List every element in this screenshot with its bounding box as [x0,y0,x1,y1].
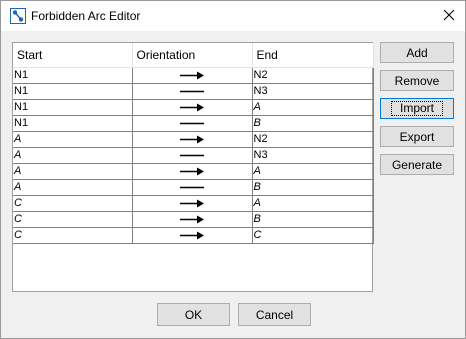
cell-orientation[interactable] [132,115,253,132]
ok-button-label: OK [184,307,203,322]
import-button-label: Import [390,101,443,116]
export-button[interactable]: Export [380,126,454,147]
undirected-line-icon [133,87,252,96]
column-header-orientation[interactable]: Orientation [132,43,253,68]
window-title: Forbidden Arc Editor [31,9,141,23]
undirected-line-icon [133,119,252,128]
table-row[interactable]: CB [13,211,374,228]
column-header-start[interactable]: Start [13,43,133,68]
cell-end[interactable]: N3 [252,147,374,164]
cell-start[interactable]: A [13,179,133,196]
directed-arrow-icon [133,71,252,80]
cell-start[interactable]: N1 [13,99,133,116]
table-row[interactable]: AA [13,163,374,180]
directed-arrow-icon [133,215,252,224]
title-bar: Forbidden Arc Editor [1,1,465,31]
directed-arrow-icon [133,103,252,112]
forbidden-arcs-table[interactable]: Start Orientation End N1 N2 N1 N3 N1 A N1 B A N2 A… [12,42,374,292]
cell-start[interactable]: C [13,211,133,228]
export-button-label: Export [399,129,435,144]
remove-button[interactable]: Remove [380,70,454,91]
table-row[interactable]: N1 A [13,99,374,116]
cell-orientation[interactable] [132,99,253,116]
table-row[interactable]: N1 N3 [13,83,374,100]
graph-icon [10,8,26,24]
directed-arrow-icon [133,167,252,176]
cell-orientation[interactable] [132,211,253,228]
directed-arrow-icon [133,199,252,208]
cell-orientation[interactable] [132,163,253,180]
cell-end[interactable]: N2 [252,67,374,84]
undirected-line-icon [133,151,252,160]
table-row[interactable]: A N3 [13,147,374,164]
table-row[interactable]: CC [13,227,374,244]
remove-button-label: Remove [394,73,440,88]
import-button[interactable]: Import [380,98,454,119]
ok-button[interactable]: OK [157,303,230,326]
cell-orientation[interactable] [132,83,253,100]
cell-orientation[interactable] [132,179,253,196]
cell-start[interactable]: A [13,147,133,164]
directed-arrow-icon [133,135,252,144]
cell-orientation[interactable] [132,227,253,244]
cell-end[interactable]: A [252,163,374,180]
column-header-end[interactable]: End [252,43,374,68]
cell-end[interactable]: N3 [252,83,374,100]
cell-end[interactable]: B [252,115,374,132]
cell-start[interactable]: N1 [13,115,133,132]
cell-start[interactable]: C [13,195,133,212]
cell-end[interactable]: A [252,99,374,116]
cell-start[interactable]: A [13,163,133,180]
directed-arrow-icon [133,231,252,240]
cell-end[interactable]: A [252,195,374,212]
cell-orientation[interactable] [132,67,253,84]
cell-orientation[interactable] [132,131,253,148]
close-icon [443,9,455,24]
table-row[interactable]: AB [13,179,374,196]
cell-start[interactable]: N1 [13,83,133,100]
dialog-window: Forbidden Arc Editor Start Orientation E… [0,0,466,339]
add-button-label: Add [406,45,428,60]
cell-start[interactable]: A [13,131,133,148]
cell-end[interactable]: C [252,227,374,244]
cell-end[interactable]: B [252,211,374,228]
table-header-row: Start Orientation End [13,43,374,68]
cell-orientation[interactable] [132,147,253,164]
table-row[interactable]: N1 N2 [13,67,374,84]
close-button[interactable] [433,1,465,31]
undirected-line-icon [133,183,252,192]
add-button[interactable]: Add [380,42,454,63]
generate-button-label: Generate [391,157,443,172]
table-row[interactable]: CA [13,195,374,212]
generate-button[interactable]: Generate [380,154,454,175]
cell-orientation[interactable] [132,195,253,212]
cell-end[interactable]: N2 [252,131,374,148]
cancel-button[interactable]: Cancel [238,303,311,326]
cell-start[interactable]: N1 [13,67,133,84]
cell-end[interactable]: B [252,179,374,196]
cancel-button-label: Cancel [255,307,294,322]
cell-start[interactable]: C [13,227,133,244]
table-row[interactable]: N1 B [13,115,374,132]
table-row[interactable]: A N2 [13,131,374,148]
